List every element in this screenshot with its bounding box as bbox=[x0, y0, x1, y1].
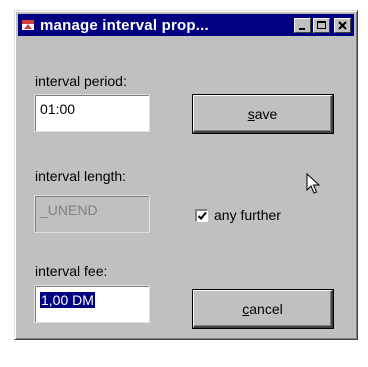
save-mnemonic: s bbox=[247, 105, 255, 122]
fee-selected-text: 1,00 DM bbox=[40, 292, 95, 308]
maximize-icon bbox=[317, 20, 326, 29]
interval-length-input[interactable]: _UNEND bbox=[34, 195, 150, 233]
interval-period-input[interactable]: 01:00 bbox=[34, 94, 150, 132]
cancel-button[interactable]: cancel bbox=[192, 289, 334, 329]
app-icon[interactable] bbox=[21, 18, 35, 32]
close-button[interactable] bbox=[334, 17, 351, 33]
any-further-label[interactable]: any further bbox=[214, 207, 281, 223]
interval-fee-label: interval fee: bbox=[35, 263, 108, 279]
checkmark-icon bbox=[197, 211, 207, 220]
any-further-checkbox[interactable] bbox=[195, 209, 208, 222]
cancel-label: ancel bbox=[249, 300, 283, 317]
title-bar[interactable]: manage interval prop... bbox=[18, 14, 354, 36]
minimize-icon bbox=[299, 27, 305, 30]
minimize-button[interactable] bbox=[294, 17, 311, 33]
window-title: manage interval prop... bbox=[40, 16, 209, 34]
save-button[interactable]: save bbox=[192, 94, 334, 134]
interval-fee-input[interactable]: 1,00 DM bbox=[34, 285, 150, 323]
maximize-button[interactable] bbox=[313, 17, 330, 33]
arrow-pointer-icon bbox=[306, 173, 320, 194]
interval-period-label: interval period: bbox=[35, 73, 127, 89]
interval-length-label: interval length: bbox=[35, 168, 127, 184]
close-icon bbox=[338, 20, 347, 30]
save-label: ave bbox=[254, 105, 278, 122]
